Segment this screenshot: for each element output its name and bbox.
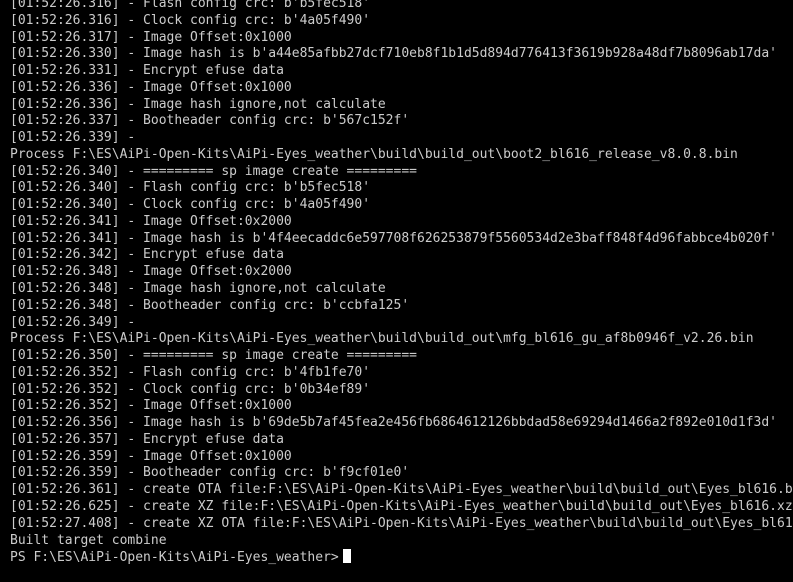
terminal-line: [01:52:26.349] - xyxy=(10,314,144,330)
terminal-line: [01:52:26.317] - Image Offset:0x1000 xyxy=(10,29,292,45)
terminal-line: Process F:\ES\AiPi-Open-Kits\AiPi-Eyes_w… xyxy=(10,331,754,347)
terminal-line: [01:52:26.357] - Encrypt efuse data xyxy=(10,431,284,447)
terminal-line: [01:52:26.340] - Flash config crc: b'b5f… xyxy=(10,180,371,196)
terminal-line: [01:52:26.342] - Encrypt efuse data xyxy=(10,247,284,263)
terminal-line: [01:52:26.336] - Image hash ignore,not c… xyxy=(10,96,386,112)
terminal-line: [01:52:26.337] - Bootheader config crc: … xyxy=(10,113,410,129)
terminal-line: [01:52:26.316] - Flash config crc: b'b5f… xyxy=(10,0,371,11)
terminal-scrollback: [01:52:26.316] - Flash config crc: b'b5f… xyxy=(10,0,793,566)
terminal-line: [01:52:26.330] - Image hash is b'a44e85a… xyxy=(10,46,778,62)
terminal-line: [01:52:26.341] - Image hash is b'4f4eeca… xyxy=(10,230,778,246)
terminal-line: [01:52:26.356] - Image hash is b'69de5b7… xyxy=(10,415,778,431)
terminal-line: [01:52:26.348] - Bootheader config crc: … xyxy=(10,297,410,313)
terminal-line: [01:52:26.348] - Image Offset:0x2000 xyxy=(10,264,292,280)
terminal-line: [01:52:26.341] - Image Offset:0x2000 xyxy=(10,213,292,229)
terminal-line: [01:52:26.336] - Image Offset:0x1000 xyxy=(10,79,292,95)
terminal-line: [01:52:26.352] - Image Offset:0x1000 xyxy=(10,398,292,414)
text-cursor xyxy=(342,549,351,564)
prompt-text: PS F:\ES\AiPi-Open-Kits\AiPi-Eyes_weathe… xyxy=(10,550,339,566)
terminal-line: Built target combine xyxy=(10,532,167,548)
terminal-line: [01:52:26.625] - create XZ file:F:\ES\Ai… xyxy=(10,498,793,514)
terminal-line: [01:52:26.339] - xyxy=(10,130,144,146)
terminal-line: [01:52:26.361] - create OTA file:F:\ES\A… xyxy=(10,482,793,498)
terminal-line: [01:52:26.359] - Image Offset:0x1000 xyxy=(10,448,292,464)
terminal-line: [01:52:26.331] - Encrypt efuse data xyxy=(10,63,284,79)
terminal-line: [01:52:26.316] - Clock config crc: b'4a0… xyxy=(10,12,371,28)
prompt-line[interactable]: PS F:\ES\AiPi-Open-Kits\AiPi-Eyes_weathe… xyxy=(10,549,793,566)
terminal-window[interactable]: [01:52:26.316] - Flash config crc: b'b5f… xyxy=(0,0,793,582)
terminal-line: [01:52:26.352] - Clock config crc: b'0b3… xyxy=(10,381,371,397)
terminal-line: [01:52:26.340] - Clock config crc: b'4a0… xyxy=(10,197,371,213)
terminal-line: Process F:\ES\AiPi-Open-Kits\AiPi-Eyes_w… xyxy=(10,146,738,162)
terminal-line: [01:52:27.408] - create XZ OTA file:F:\E… xyxy=(10,515,793,531)
terminal-line: [01:52:26.359] - Bootheader config crc: … xyxy=(10,465,410,481)
terminal-line: [01:52:26.340] - ========= sp image crea… xyxy=(10,163,417,179)
terminal-line: [01:52:26.352] - Flash config crc: b'4fb… xyxy=(10,364,371,380)
terminal-line: [01:52:26.350] - ========= sp image crea… xyxy=(10,348,417,364)
terminal-line: [01:52:26.348] - Image hash ignore,not c… xyxy=(10,281,386,297)
